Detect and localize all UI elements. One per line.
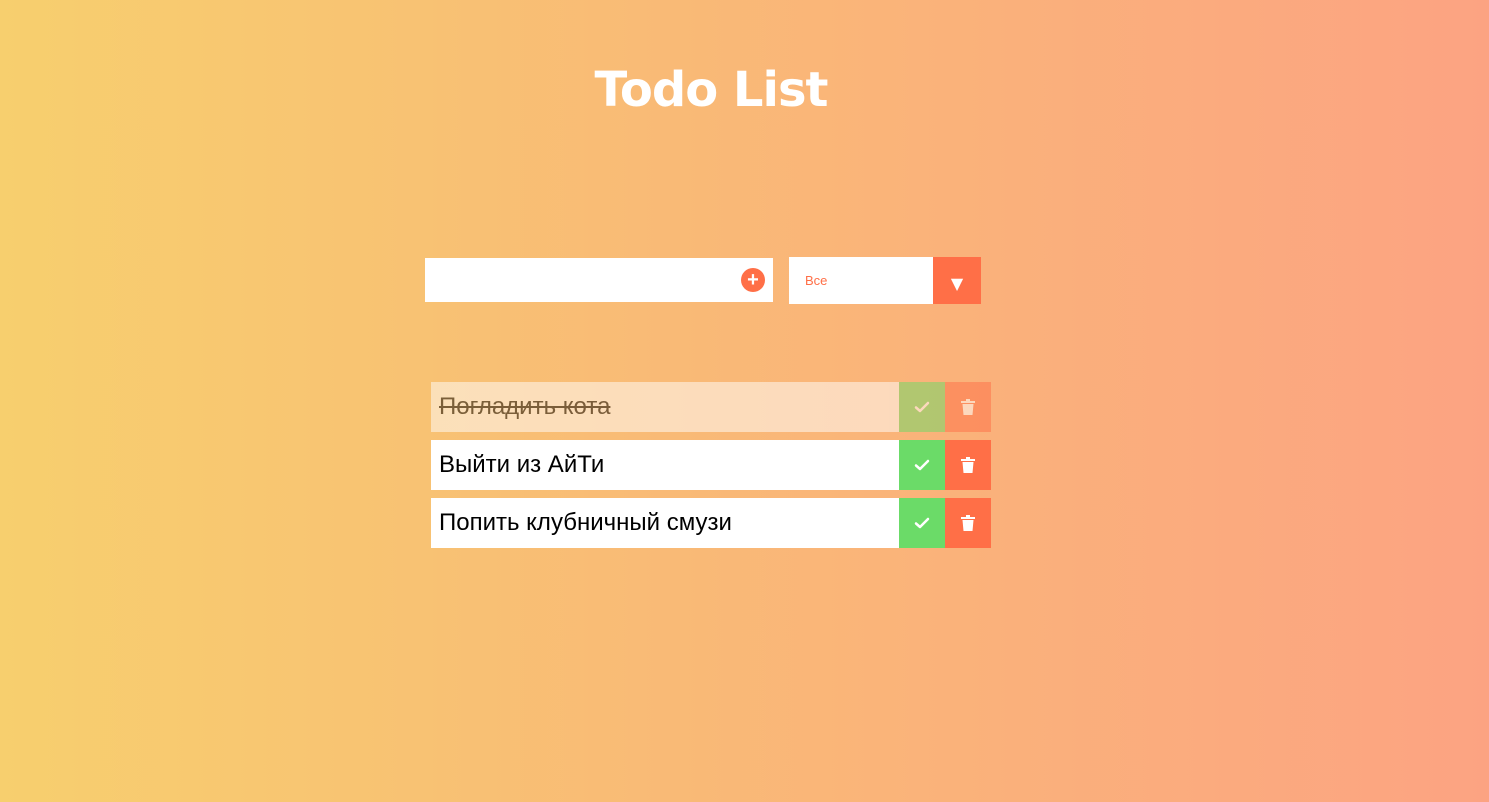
todo-item: Попить клубничный смузи — [431, 498, 991, 548]
todo-text: Попить клубничный смузи — [439, 509, 732, 536]
page-title: Todo List — [594, 62, 829, 118]
todo-list: Погладить кота Выйти из АйТи Попить клуб… — [431, 382, 991, 556]
add-todo-button[interactable]: + — [741, 268, 765, 292]
todo-form: + Все ▼ — [425, 257, 985, 304]
filter-select[interactable]: Все ▼ — [789, 257, 981, 304]
check-icon — [914, 517, 930, 529]
chevron-down-icon[interactable]: ▼ — [933, 257, 981, 304]
todo-input-wrapper: + — [425, 258, 773, 302]
todo-text: Выйти из АйТи — [439, 451, 605, 478]
todo-item: Выйти из АйТи — [431, 440, 991, 490]
complete-button[interactable] — [899, 382, 945, 432]
filter-selected-value: Все — [805, 273, 828, 288]
trash-icon — [961, 399, 975, 415]
trash-icon — [961, 515, 975, 531]
todo-text: Погладить кота — [439, 393, 611, 420]
check-icon — [914, 401, 930, 413]
delete-button[interactable] — [945, 440, 991, 490]
complete-button[interactable] — [899, 440, 945, 490]
plus-circle-icon: + — [747, 269, 759, 291]
todo-input[interactable] — [425, 258, 735, 302]
complete-button[interactable] — [899, 498, 945, 548]
delete-button[interactable] — [945, 498, 991, 548]
todo-item: Погладить кота — [431, 382, 991, 432]
delete-button[interactable] — [945, 382, 991, 432]
check-icon — [914, 459, 930, 471]
trash-icon — [961, 457, 975, 473]
